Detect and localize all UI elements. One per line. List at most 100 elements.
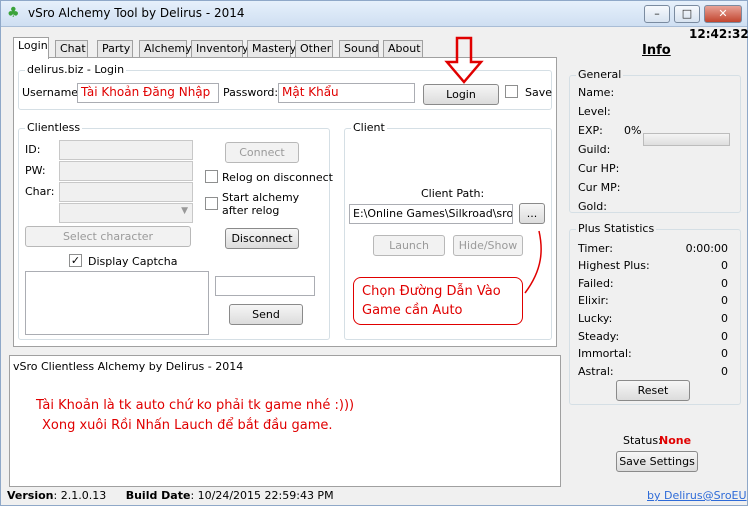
username-label: Username: — [22, 86, 82, 99]
version-label: Version — [7, 489, 54, 502]
guild-label: Guild: — [578, 143, 611, 156]
general-group: General Name: Level: EXP: 0% Guild: Cur … — [569, 68, 741, 213]
captcha-input[interactable] — [215, 276, 315, 296]
tab-mastery[interactable]: Mastery — [247, 40, 296, 58]
status-label: Status: — [623, 434, 662, 447]
highest-plus-label: Highest Plus: — [578, 259, 650, 272]
chevron-down-icon: ▼ — [181, 206, 188, 216]
minimize-button[interactable]: – — [644, 5, 670, 23]
cur-mp-label: Cur MP: — [578, 181, 621, 194]
info-title: Info — [642, 43, 671, 58]
tab-inventory[interactable]: Inventory — [191, 40, 249, 58]
select-character-button[interactable]: Select character — [25, 226, 191, 247]
send-button[interactable]: Send — [229, 304, 303, 325]
character-select[interactable]: ▼ — [59, 203, 193, 223]
general-group-title: General — [576, 68, 624, 81]
save-label: Save — [525, 86, 553, 99]
relog-label: Relog on disconnect — [222, 171, 333, 184]
clientless-group-title: Clientless — [25, 121, 83, 134]
relog-checkbox[interactable] — [205, 170, 218, 183]
tab-login[interactable]: Login — [13, 37, 49, 59]
tab-chat[interactable]: Chat — [55, 40, 88, 58]
browse-button[interactable]: ... — [519, 203, 545, 224]
pw-input[interactable] — [59, 161, 193, 181]
client-group: Client Client Path: E:\Online Games\Silk… — [344, 121, 552, 340]
tab-about[interactable]: About — [383, 40, 423, 58]
immortal-value: 0 — [721, 347, 728, 360]
id-label: ID: — [25, 143, 41, 156]
display-captcha-label: Display Captcha — [88, 255, 178, 268]
exp-label: EXP: — [578, 124, 603, 137]
client-path-label: Client Path: — [421, 187, 485, 200]
tab-alchemy[interactable]: Alchemy — [139, 40, 192, 58]
author-link[interactable]: by Delirus@SroEU — [647, 489, 747, 502]
char-input[interactable] — [59, 182, 193, 202]
build-date-label: Build Date — [125, 489, 191, 502]
close-button[interactable]: ✕ — [704, 5, 742, 23]
timer-value: 0:00:00 — [685, 242, 728, 255]
tab-party[interactable]: Party — [97, 40, 133, 58]
annotation-connector — [524, 230, 542, 294]
lucky-label: Lucky: — [578, 312, 613, 325]
down-arrow-annotation — [444, 36, 484, 84]
disconnect-button[interactable]: Disconnect — [225, 228, 299, 249]
steady-value: 0 — [721, 330, 728, 343]
highest-plus-value: 0 — [721, 259, 728, 272]
build-date-value: : 10/24/2015 22:59:43 PM — [190, 489, 334, 502]
pw-label: PW: — [25, 164, 46, 177]
level-label: Level: — [578, 105, 611, 118]
start-alchemy-label: Start alchemy after relog — [222, 191, 300, 217]
cur-hp-label: Cur HP: — [578, 162, 620, 175]
password-input[interactable]: Mật Khẩu — [278, 83, 415, 103]
tab-other[interactable]: Other — [295, 40, 333, 58]
connect-button[interactable]: Connect — [225, 142, 299, 163]
immortal-label: Immortal: — [578, 347, 632, 360]
save-checkbox[interactable] — [505, 85, 518, 98]
astral-value: 0 — [721, 365, 728, 378]
launch-button[interactable]: Launch — [373, 235, 445, 256]
title-bar: ♣ vSro Alchemy Tool by Delirus - 2014 – … — [1, 1, 747, 27]
app-window: ♣ vSro Alchemy Tool by Delirus - 2014 – … — [0, 0, 748, 506]
name-label: Name: — [578, 86, 615, 99]
log-annotation-1: Tài Khoản là tk auto chứ ko phải tk game… — [36, 398, 355, 413]
id-input[interactable] — [59, 140, 193, 160]
maximize-button[interactable]: □ — [674, 5, 700, 23]
steady-label: Steady: — [578, 330, 620, 343]
astral-label: Astral: — [578, 365, 614, 378]
start-alchemy-checkbox[interactable] — [205, 197, 218, 210]
log-box[interactable]: vSro Clientless Alchemy by Delirus - 201… — [9, 355, 561, 487]
display-captcha-checkbox[interactable]: ✓ — [69, 254, 82, 267]
failed-label: Failed: — [578, 277, 614, 290]
log-line: vSro Clientless Alchemy by Delirus - 201… — [13, 360, 244, 373]
client-path-input[interactable]: E:\Online Games\Silkroad\sro_cl — [349, 204, 513, 224]
tab-sound[interactable]: Sound — [339, 40, 379, 58]
save-settings-button[interactable]: Save Settings — [616, 451, 698, 472]
client-group-title: Client — [351, 121, 387, 134]
failed-value: 0 — [721, 277, 728, 290]
reset-button[interactable]: Reset — [616, 380, 690, 401]
status-value: None — [659, 434, 692, 447]
plus-statistics-group: Plus Statistics Timer: 0:00:00 Highest P… — [569, 222, 741, 405]
clover-icon: ♣ — [7, 5, 20, 21]
timer-label: Timer: — [578, 242, 613, 255]
plus-statistics-title: Plus Statistics — [576, 222, 657, 235]
hide-show-button[interactable]: Hide/Show — [453, 235, 523, 256]
password-label: Password: — [223, 86, 279, 99]
version-value: : 2.1.0.13 — [53, 489, 107, 502]
login-group-title: delirus.biz - Login — [25, 63, 127, 76]
captcha-image-box — [25, 271, 209, 335]
footer: Version: 2.1.0.13 Build Date: 10/24/2015… — [7, 489, 334, 502]
login-button[interactable]: Login — [423, 84, 499, 105]
exp-progress-bar — [643, 133, 730, 146]
window-title: vSro Alchemy Tool by Delirus - 2014 — [28, 6, 245, 20]
elixir-value: 0 — [721, 294, 728, 307]
gold-label: Gold: — [578, 200, 607, 213]
username-input[interactable]: Tài Khoản Đăng Nhập — [77, 83, 219, 103]
exp-value: 0% — [624, 124, 642, 137]
clientless-group: Clientless ID: PW: Char: ▼ Select charac… — [18, 121, 333, 340]
char-label: Char: — [25, 185, 55, 198]
login-tab-panel: delirus.biz - Login Username: Tài Khoản … — [13, 36, 557, 347]
log-annotation-2: Xong xuôi Rồi Nhấn Lauch để bắt đầu game… — [42, 418, 333, 433]
elixir-label: Elixir: — [578, 294, 609, 307]
clock: 12:42:32 — [689, 27, 748, 41]
